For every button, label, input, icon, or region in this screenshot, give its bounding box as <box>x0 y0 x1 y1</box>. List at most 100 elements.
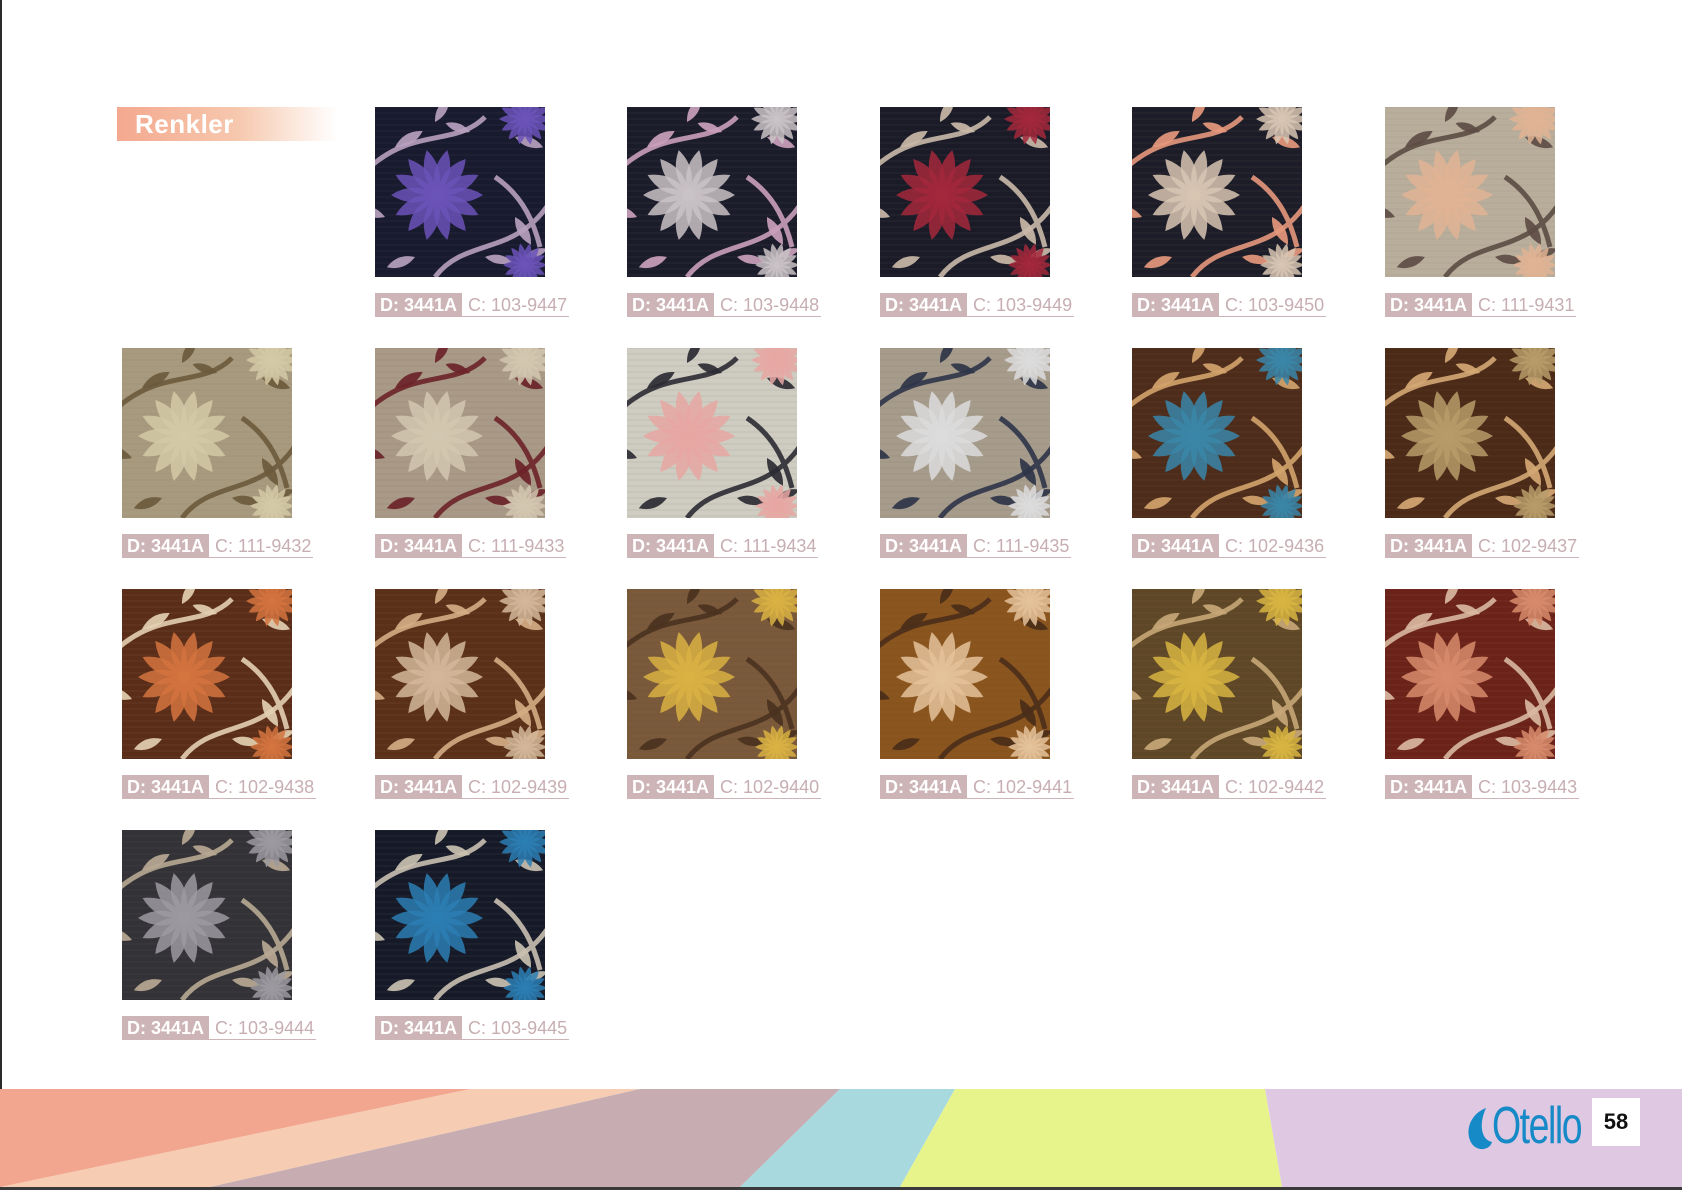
swatch-card: D: 3441A C: 103-9448 <box>627 107 867 319</box>
swatch-label: D: 3441A C: 103-9448 <box>627 293 822 317</box>
design-code: D: 3441A <box>375 534 463 558</box>
color-code: C: 103-9450 <box>1219 293 1327 317</box>
swatch-grid: D: 3441A C: 103-9447 D: 3441A C: 103-9448 D:… <box>0 0 1682 1190</box>
swatch-label: D: 3441A C: 111-9433 <box>375 534 567 558</box>
color-code: C: 102-9441 <box>967 775 1075 799</box>
fabric-swatch-image <box>375 348 545 518</box>
fabric-swatch-image <box>1385 107 1555 277</box>
swatch-card: D: 3441A C: 103-9443 <box>1385 589 1625 801</box>
swatch-label: D: 3441A C: 102-9438 <box>122 775 317 799</box>
swatch-card: D: 3441A C: 103-9444 <box>122 830 362 1042</box>
color-code: C: 111-9434 <box>714 534 819 558</box>
fabric-swatch-image <box>627 107 797 277</box>
swatch-label: D: 3441A C: 103-9443 <box>1385 775 1580 799</box>
color-code: C: 102-9440 <box>714 775 822 799</box>
fabric-pattern <box>375 107 545 277</box>
color-code: C: 103-9444 <box>209 1016 317 1040</box>
fabric-swatch-image <box>1385 589 1555 759</box>
fabric-pattern <box>1385 589 1555 759</box>
swatch-card: D: 3441A C: 103-9447 <box>375 107 615 319</box>
design-code: D: 3441A <box>122 534 210 558</box>
fabric-pattern <box>375 348 545 518</box>
swatch-label: D: 3441A C: 103-9444 <box>122 1016 317 1040</box>
color-code: C: 102-9436 <box>1219 534 1327 558</box>
fabric-pattern <box>880 589 1050 759</box>
design-code: D: 3441A <box>1385 293 1473 317</box>
color-code: C: 103-9443 <box>1472 775 1580 799</box>
fabric-swatch-image <box>375 589 545 759</box>
color-code: C: 102-9437 <box>1472 534 1580 558</box>
fabric-swatch-image <box>122 589 292 759</box>
fabric-swatch-image <box>880 589 1050 759</box>
brand-name: Otello <box>1492 1097 1583 1155</box>
fabric-pattern <box>375 589 545 759</box>
color-code: C: 102-9442 <box>1219 775 1327 799</box>
swatch-label: D: 3441A C: 111-9434 <box>627 534 819 558</box>
design-code: D: 3441A <box>122 775 210 799</box>
swatch-card: D: 3441A C: 103-9445 <box>375 830 615 1042</box>
fabric-pattern <box>880 107 1050 277</box>
swatch-card: D: 3441A C: 102-9438 <box>122 589 362 801</box>
fabric-pattern <box>1385 348 1555 518</box>
swatch-card: D: 3441A C: 102-9439 <box>375 589 615 801</box>
swatch-label: D: 3441A C: 103-9445 <box>375 1016 570 1040</box>
fabric-pattern <box>122 830 292 1000</box>
swatch-label: D: 3441A C: 102-9440 <box>627 775 822 799</box>
fabric-swatch-image <box>1132 107 1302 277</box>
swatch-label: D: 3441A C: 103-9449 <box>880 293 1075 317</box>
color-code: C: 102-9439 <box>462 775 570 799</box>
color-code: C: 111-9435 <box>967 534 1072 558</box>
fabric-pattern <box>375 830 545 1000</box>
swatch-label: D: 3441A C: 111-9431 <box>1385 293 1577 317</box>
design-code: D: 3441A <box>375 293 463 317</box>
swatch-card: D: 3441A C: 102-9436 <box>1132 348 1372 560</box>
fabric-swatch-image <box>122 348 292 518</box>
design-code: D: 3441A <box>375 1016 463 1040</box>
fabric-swatch-image <box>627 589 797 759</box>
design-code: D: 3441A <box>627 293 715 317</box>
swatch-card: D: 3441A C: 111-9434 <box>627 348 867 560</box>
swatch-card: D: 3441A C: 111-9435 <box>880 348 1120 560</box>
footer-stripe <box>900 1089 1282 1187</box>
color-code: C: 103-9447 <box>462 293 570 317</box>
color-code: C: 102-9438 <box>209 775 317 799</box>
page-number: 58 <box>1592 1098 1640 1146</box>
fabric-swatch-image <box>880 107 1050 277</box>
swatch-label: D: 3441A C: 102-9436 <box>1132 534 1327 558</box>
fabric-pattern <box>1132 348 1302 518</box>
swatch-card: D: 3441A C: 102-9440 <box>627 589 867 801</box>
fabric-pattern <box>627 589 797 759</box>
swatch-card: D: 3441A C: 111-9432 <box>122 348 362 560</box>
swatch-label: D: 3441A C: 111-9432 <box>122 534 314 558</box>
design-code: D: 3441A <box>122 1016 210 1040</box>
color-code: C: 103-9449 <box>967 293 1075 317</box>
fabric-pattern <box>627 107 797 277</box>
footer-stripes <box>0 1089 1682 1187</box>
fabric-swatch-image <box>122 830 292 1000</box>
fabric-pattern <box>1132 589 1302 759</box>
design-code: D: 3441A <box>880 534 968 558</box>
swatch-label: D: 3441A C: 103-9450 <box>1132 293 1327 317</box>
fabric-swatch-image <box>880 348 1050 518</box>
fabric-pattern <box>1385 107 1555 277</box>
color-code: C: 111-9433 <box>462 534 567 558</box>
design-code: D: 3441A <box>627 775 715 799</box>
design-code: D: 3441A <box>375 775 463 799</box>
swatch-card: D: 3441A C: 102-9437 <box>1385 348 1625 560</box>
color-code: C: 103-9448 <box>714 293 822 317</box>
footer-stripe-graphic <box>0 1089 1682 1187</box>
fabric-pattern <box>122 589 292 759</box>
design-code: D: 3441A <box>627 534 715 558</box>
swatch-card: D: 3441A C: 103-9449 <box>880 107 1120 319</box>
fabric-swatch-image <box>1385 348 1555 518</box>
design-code: D: 3441A <box>1385 534 1473 558</box>
fabric-swatch-image <box>627 348 797 518</box>
fabric-pattern <box>627 348 797 518</box>
color-code: C: 103-9445 <box>462 1016 570 1040</box>
swatch-card: D: 3441A C: 103-9450 <box>1132 107 1372 319</box>
color-code: C: 111-9431 <box>1472 293 1577 317</box>
design-code: D: 3441A <box>1132 293 1220 317</box>
design-code: D: 3441A <box>1132 534 1220 558</box>
design-code: D: 3441A <box>1132 775 1220 799</box>
swatch-card: D: 3441A C: 102-9441 <box>880 589 1120 801</box>
